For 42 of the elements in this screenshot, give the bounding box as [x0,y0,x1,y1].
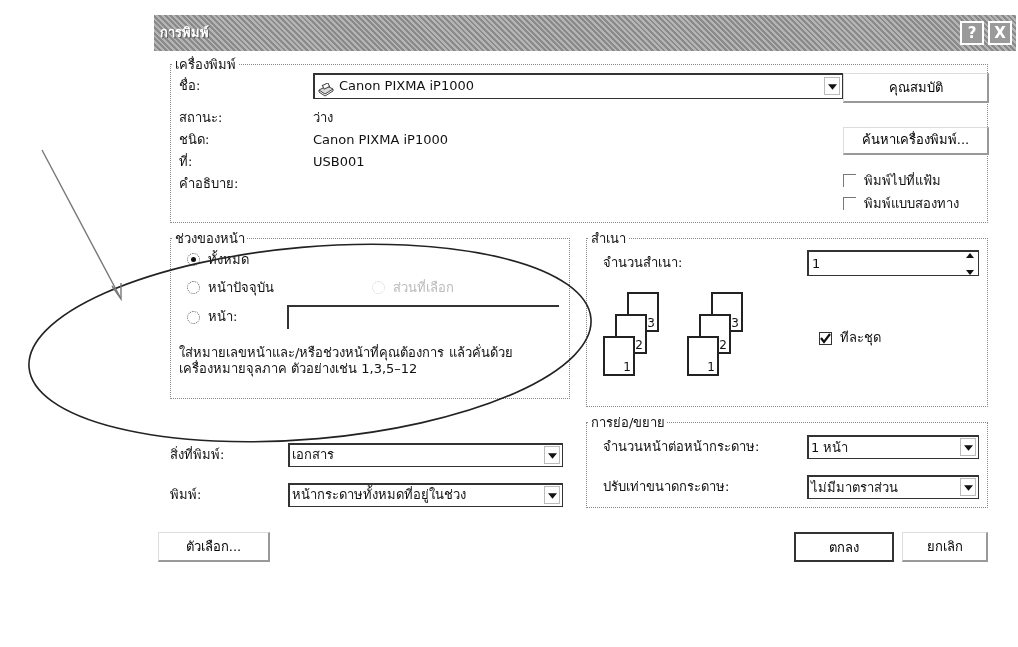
field-label: ชื่อ: [179,76,202,95]
properties-button[interactable]: คุณสมบัติ [843,72,989,103]
group-title: การย่อ/ขยาย [590,415,667,431]
field-label: สถานะ: [179,108,224,127]
checkbox[interactable] [819,331,832,345]
field-label: ชนิด: [179,130,211,149]
ok-button[interactable]: ตกลง [794,531,894,562]
copies-spinner[interactable]: 1 [807,250,979,277]
cancel-button[interactable]: ยกเลิก [902,531,988,562]
find-printer-button[interactable]: ค้นหาเครื่องพิมพ์... [843,126,989,155]
field-label: ปรับเท่าขนาดกระดาษ: [603,478,730,497]
checkbox-label: พิมพ์ไปที่แฟ้ม [864,171,941,190]
page-sheet: 1 [603,336,635,377]
group-title: สำเนา [590,230,627,247]
window-title: การพิมพ์ [160,24,210,43]
field-value: USB001 [313,152,365,171]
field-value: Canon PIXMA iP1000 [313,130,448,149]
dropdown[interactable]: ไม่มีมาตราส่วน [807,474,979,499]
dropdown[interactable]: เอกสาร [288,442,563,467]
field-value: ว่าง [313,108,333,127]
field-label: พิมพ์: [170,485,203,504]
field-label: ที่: [179,152,194,171]
field-label: จำนวนหน้าต่อหน้ากระดาษ: [603,438,760,457]
checkbox[interactable] [843,173,856,187]
radio-label: หน้า: [208,308,238,327]
field-label: จำนวนสำเนา: [603,254,683,273]
radio-label: ส่วนที่เลือก [393,278,454,297]
checkbox-label: ทีละชุด [840,329,881,348]
checkbox[interactable] [843,197,856,211]
hint-text: ใส่หมายเลขหน้าและ/หรือช่วงหน้าที่คุณต้องการ แล้วคั่นด้วยเครื่องหมายจุลภาค ตัวอย่างเช่น 1,3,5–12 [179,345,514,378]
dropdown[interactable]: 1 หน้า [807,434,979,459]
checkbox-label: พิมพ์แบบสองทาง [864,195,959,214]
group-title: เครื่องพิมพ์ [174,57,237,73]
page-range-field[interactable] [287,305,559,330]
page-sheet: 1 [687,336,719,377]
group-title: ช่วงของหน้า [174,230,246,247]
radio-label: หน้าปัจจุบัน [208,278,274,298]
printer-dropdown[interactable]: Canon PIXMA iP1000 [313,72,843,99]
field-label: สิ่งที่พิมพ์: [170,445,226,464]
options-button[interactable]: ตัวเลือก... [158,531,270,562]
dropdown[interactable]: หน้ากระดาษทั้งหมดที่อยู่ในช่วง [288,482,563,507]
field-label: คำอธิบาย: [179,174,240,193]
